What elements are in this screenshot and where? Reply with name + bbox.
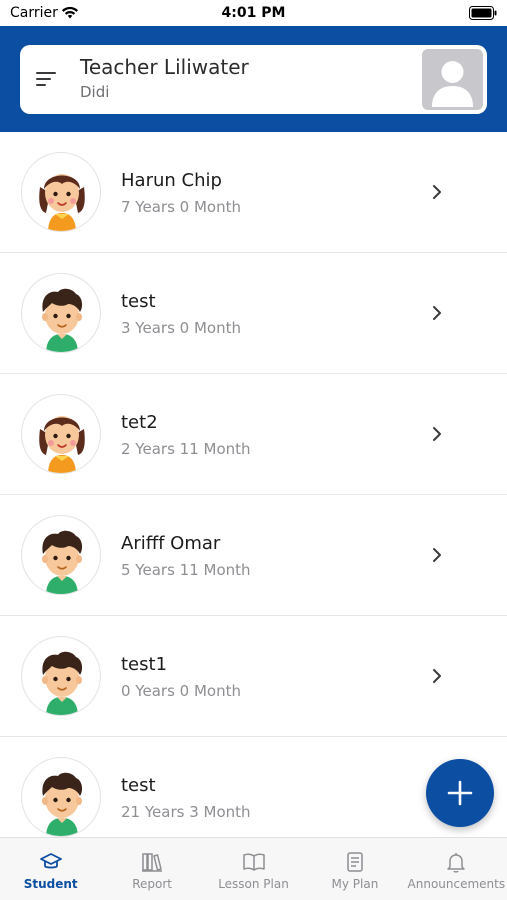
add-student-button[interactable] — [426, 759, 494, 827]
student-row[interactable]: test 3 Years 0 Month — [0, 253, 507, 374]
tab-label: Announcements — [407, 877, 506, 891]
tab-student[interactable]: Student — [0, 838, 101, 900]
menu-icon[interactable] — [36, 69, 58, 89]
tab-label: Lesson Plan — [218, 877, 289, 891]
student-age: 21 Years 3 Month — [121, 803, 251, 821]
bottom-tab-bar: Student Report Lesson Plan My Plan Announcem… — [0, 837, 507, 900]
student-name: Harun Chip — [121, 170, 222, 191]
girl-avatar — [21, 152, 101, 232]
student-age: 0 Years 0 Month — [121, 682, 241, 700]
boy-avatar — [21, 636, 101, 716]
student-row[interactable]: test1 0 Years 0 Month — [0, 616, 507, 737]
plus-icon — [447, 780, 473, 806]
chevron-right-icon — [433, 306, 441, 320]
tab-label: Report — [132, 877, 172, 891]
chevron-right-icon — [433, 427, 441, 441]
battery-icon — [469, 6, 497, 20]
boy-avatar — [21, 273, 101, 353]
student-name: Arifff Omar — [121, 533, 221, 554]
open-book-icon — [242, 850, 266, 874]
chevron-right-icon — [433, 669, 441, 683]
student-age: 3 Years 0 Month — [121, 319, 241, 337]
student-row[interactable]: Arifff Omar 5 Years 11 Month — [0, 495, 507, 616]
student-row[interactable]: Harun Chip 7 Years 0 Month — [0, 132, 507, 253]
status-time: 4:01 PM — [221, 5, 286, 21]
bell-icon — [444, 850, 468, 874]
boy-avatar — [21, 757, 101, 837]
document-icon — [343, 850, 367, 874]
tab-lesson-plan[interactable]: Lesson Plan — [203, 838, 304, 900]
tab-label: Student — [23, 877, 78, 891]
student-age: 2 Years 11 Month — [121, 440, 251, 458]
teacher-name: Teacher Liliwater — [80, 55, 249, 79]
tab-report[interactable]: Report — [101, 838, 202, 900]
books-icon — [140, 850, 164, 874]
teacher-subtitle: Didi — [80, 83, 110, 101]
student-name: tet2 — [121, 412, 158, 433]
student-age: 7 Years 0 Month — [121, 198, 241, 216]
girl-avatar — [21, 394, 101, 474]
boy-avatar — [21, 515, 101, 595]
student-name: test — [121, 291, 156, 312]
chevron-right-icon — [433, 548, 441, 562]
status-bar: Carrier 4:01 PM — [0, 0, 507, 26]
person-placeholder-icon — [432, 61, 473, 107]
student-row[interactable]: tet2 2 Years 11 Month — [0, 374, 507, 495]
tab-label: My Plan — [331, 877, 379, 891]
chevron-right-icon — [433, 185, 441, 199]
student-name: test — [121, 775, 156, 796]
teacher-card: Teacher Liliwater Didi — [20, 45, 487, 114]
tab-announcements[interactable]: Announcements — [406, 838, 507, 900]
app-header: Teacher Liliwater Didi — [0, 26, 507, 132]
graduation-cap-icon — [39, 850, 63, 874]
student-list: Harun Chip 7 Years 0 Month test 3 Years 0 M… — [0, 132, 507, 858]
student-name: test1 — [121, 654, 168, 675]
student-age: 5 Years 11 Month — [121, 561, 251, 579]
tab-my-plan[interactable]: My Plan — [304, 838, 405, 900]
profile-avatar[interactable] — [422, 49, 483, 110]
